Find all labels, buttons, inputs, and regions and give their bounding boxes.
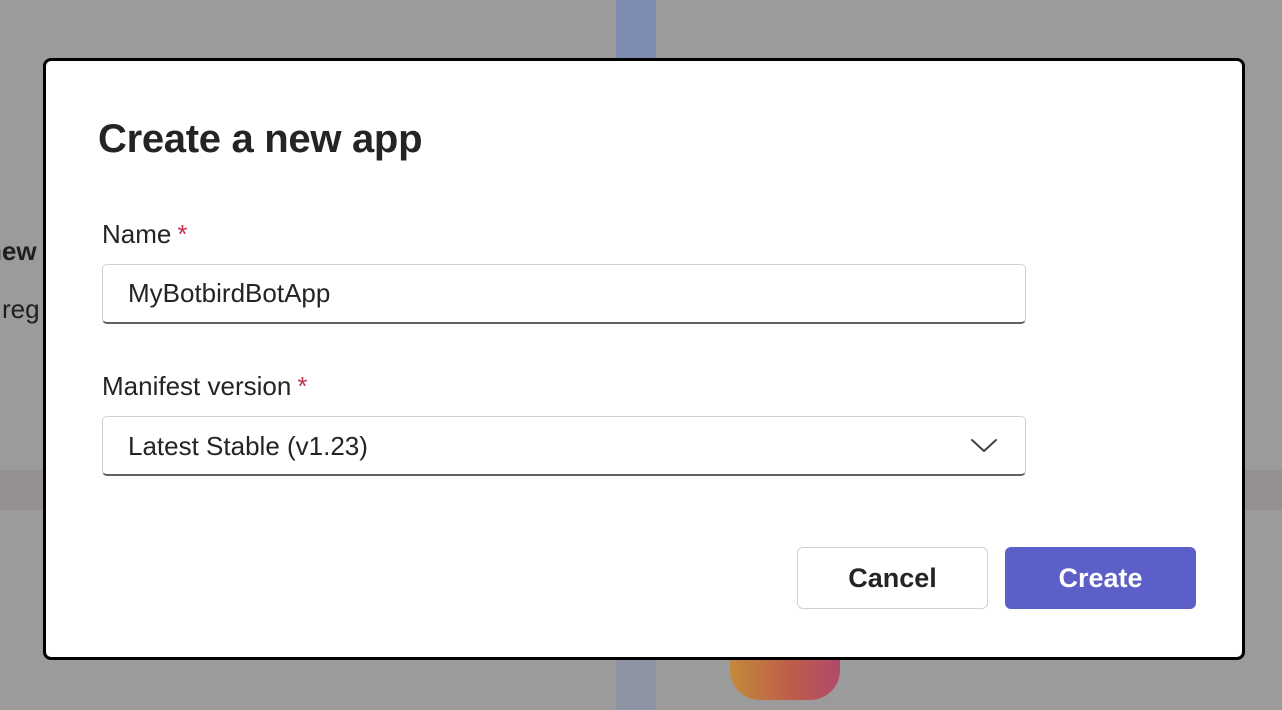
name-label: Name * — [102, 219, 187, 250]
background-logo — [730, 655, 840, 700]
cancel-button[interactable]: Cancel — [797, 547, 988, 609]
background-accent — [616, 0, 656, 60]
chevron-down-icon — [971, 439, 997, 452]
required-marker: * — [177, 219, 188, 249]
name-field[interactable] — [102, 264, 1026, 324]
manifest-version-value: Latest Stable (v1.23) — [128, 431, 368, 461]
app-window: new reg Create a new app Name* Manifest … — [0, 0, 1282, 710]
dialog-title: Create a new app — [98, 117, 423, 161]
name-input[interactable] — [103, 265, 1025, 322]
background-text: reg — [2, 294, 40, 324]
create-app-dialog: Create a new app Name* Manifest version*… — [43, 58, 1245, 660]
manifest-version-dropdown[interactable]: Latest Stable (v1.23) — [102, 416, 1026, 476]
name-label-text: Name — [102, 219, 172, 249]
create-button[interactable]: Create — [1005, 547, 1196, 609]
manifest-version-label-text: Manifest version — [102, 371, 292, 401]
background-heading: new — [0, 236, 37, 266]
required-marker: * — [297, 371, 308, 401]
manifest-version-label: Manifest version * — [102, 371, 307, 402]
